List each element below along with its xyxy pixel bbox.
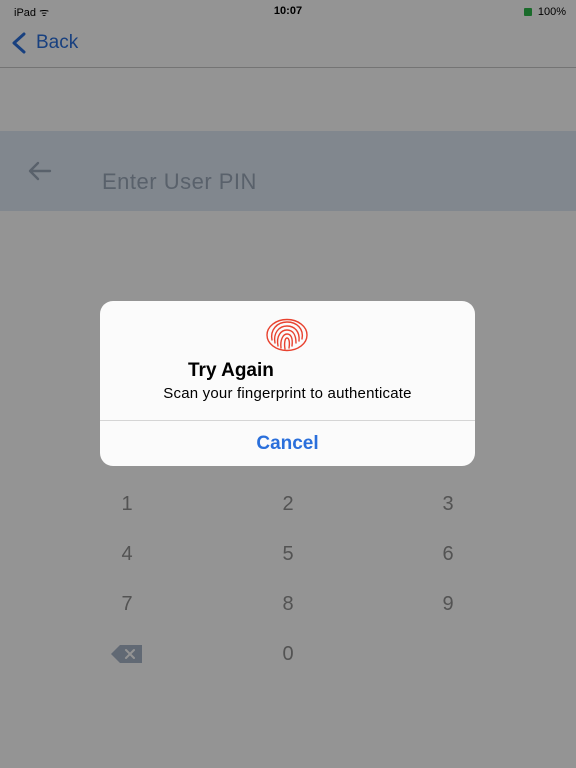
cancel-button[interactable]: Cancel <box>100 421 475 466</box>
fingerprint-icon <box>266 318 308 352</box>
alert-message: Scan your fingerprint to authenticate <box>163 385 412 402</box>
alert-title: Try Again <box>188 360 274 381</box>
